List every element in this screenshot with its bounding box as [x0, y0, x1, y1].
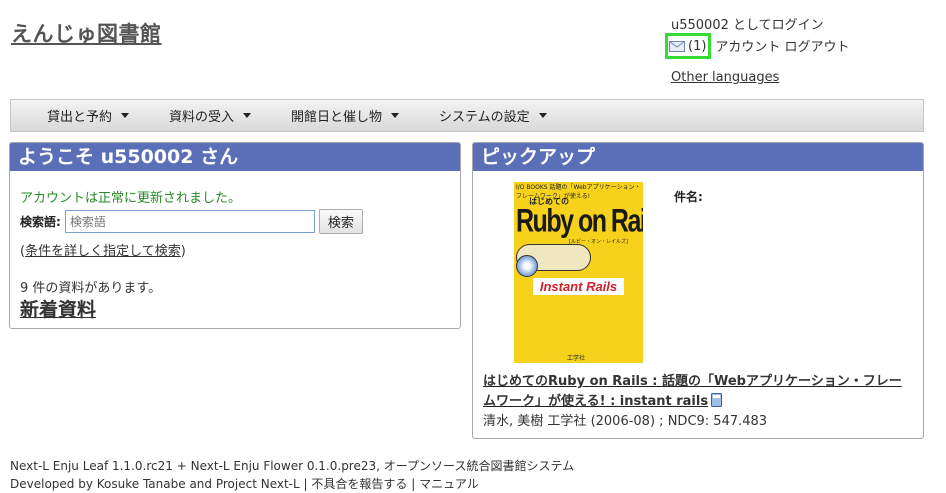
paren-close: )	[180, 244, 186, 259]
book-cover-image[interactable]: I/O BOOKS 話題の「Webアプリケーション・フレームワーク」が使える! …	[514, 182, 643, 363]
item-count: 9 件の資料があります。	[20, 281, 162, 296]
account-link[interactable]: アカウント	[715, 38, 780, 57]
advanced-search-link[interactable]: 条件を詳しく指定して検索	[25, 244, 181, 259]
search-row: 検索語: 検索	[20, 209, 363, 234]
footer-divider: |	[303, 477, 308, 491]
advanced-search: (条件を詳しく指定して検索)	[20, 240, 186, 259]
search-input[interactable]	[64, 210, 315, 233]
mail-icon[interactable]	[669, 40, 685, 52]
book-title-block: はじめてのRuby on Rails : 話題の「Webアプリケーション・フレー…	[483, 372, 913, 412]
search-button[interactable]: 検索	[318, 209, 363, 234]
footer-line-2: Developed by Kosuke Tanabe and Project N…	[10, 475, 574, 493]
project-next-l-link[interactable]: Project Next-L	[216, 477, 300, 491]
footer-plus: +	[176, 459, 187, 473]
cd-rom-icon	[516, 255, 538, 277]
footer-line-1: Next-L Enju Leaf 1.1.0.rc21 + Next-L Enj…	[10, 457, 574, 475]
footer: Next-L Enju Leaf 1.1.0.rc21 + Next-L Enj…	[10, 457, 574, 493]
caret-down-icon	[121, 113, 130, 118]
main-navbar: 貸出と予約 資料の受入 開館日と催し物 システムの設定	[10, 99, 924, 132]
meta-separator: ;	[659, 414, 664, 429]
logout-link[interactable]: ログアウト	[784, 38, 849, 57]
caret-down-icon	[391, 113, 400, 118]
book-meta: 清水, 美樹 工学社 (2006-08) ; NDC9: 547.483	[483, 410, 767, 429]
subject-label: 件名:	[674, 190, 703, 204]
nav-item-label: 貸出と予約	[47, 110, 113, 125]
nav-item-checkout[interactable]: 貸出と予約	[47, 106, 130, 125]
pickup-title: ピックアップ	[473, 143, 923, 171]
site-title-link[interactable]: えんじゅ図書館	[11, 18, 162, 48]
author-link[interactable]: 清水, 美樹	[483, 414, 543, 429]
nav-item-label: 開館日と催し物	[291, 110, 383, 125]
book-icon	[711, 393, 723, 407]
report-bug-link[interactable]: 不具合を報告する	[311, 477, 407, 491]
cover-main-title: Ruby on Rails	[516, 203, 643, 240]
cover-publisher: 工学社	[567, 355, 586, 362]
author-site-link[interactable]: Kosuke Tanabe	[97, 477, 186, 491]
enju-flower-link[interactable]: Next-L Enju Flower 0.1.0.pre23	[191, 459, 377, 473]
publisher-link[interactable]: 工学社	[547, 414, 586, 429]
update-notice: アカウントは正常に更新されました。	[20, 191, 242, 206]
nav-item-acquisition[interactable]: 資料の受入	[169, 106, 252, 125]
welcome-panel: ようこそ u550002 さん アカウントは正常に更新されました。 検索語: 検…	[9, 142, 461, 329]
ndc-link[interactable]: NDC9: 547.483	[668, 414, 767, 429]
pickup-panel: ピックアップ I/O BOOKS 話題の「Webアプリケーション・フレームワーク…	[472, 142, 924, 439]
cover-top-text: I/O BOOKS 話題の「Webアプリケーション・フレームワーク」が使える!	[514, 182, 643, 200]
caret-down-icon	[243, 113, 252, 118]
mail-count-link[interactable]: (1)	[688, 37, 706, 56]
developed-by-text: Developed by	[10, 477, 93, 491]
book-title-link[interactable]: はじめてのRuby on Rails : 話題の「Webアプリケーション・フレー…	[483, 374, 902, 409]
search-label: 検索語:	[20, 215, 61, 229]
new-items-link[interactable]: 新着資料	[20, 295, 96, 322]
nav-item-label: 資料の受入	[169, 110, 235, 125]
footer-and: and	[189, 477, 213, 491]
footer-suffix: , オープンソース統合図書館システム	[376, 459, 575, 473]
pub-date: (2006-08)	[590, 414, 656, 429]
mail-highlight[interactable]: (1)	[665, 33, 712, 59]
login-box: u550002 としてログイン (1) アカウント ログアウト	[665, 16, 849, 59]
cover-instant-rails: Instant Rails	[533, 278, 624, 295]
nav-item-label: システムの設定	[439, 110, 530, 125]
other-languages-link[interactable]: Other languages	[671, 70, 779, 85]
enju-leaf-link[interactable]: Next-L Enju Leaf 1.1.0.rc21	[10, 459, 173, 473]
caret-down-icon	[538, 113, 547, 118]
welcome-title: ようこそ u550002 さん	[10, 143, 460, 171]
nav-item-system-settings[interactable]: システムの設定	[439, 106, 547, 125]
footer-divider: |	[411, 477, 416, 491]
manual-link[interactable]: マニュアル	[419, 477, 479, 491]
nav-item-events[interactable]: 開館日と催し物	[291, 106, 400, 125]
